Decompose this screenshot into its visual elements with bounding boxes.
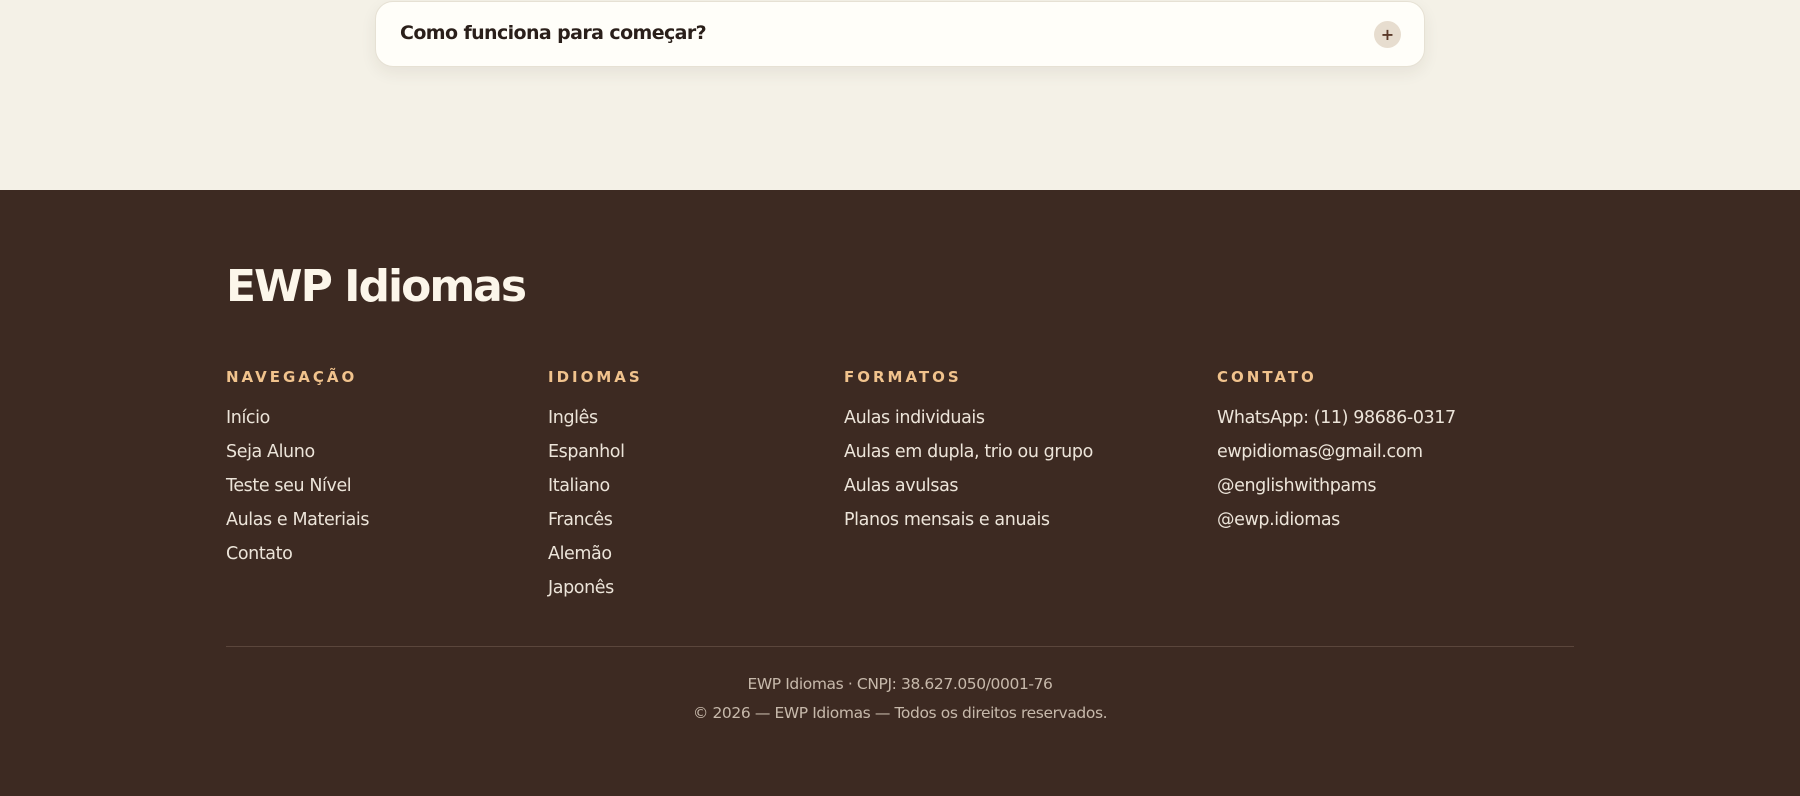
footer-link-instagram-englishwithpams[interactable]: @englishwithpams [1217,471,1377,501]
faq-question: Como funciona para começar? [400,22,707,44]
footer-link-aulas-individuais[interactable]: Aulas individuais [844,403,985,433]
footer-heading-navigation: NAVEGAÇÃO [226,368,358,386]
plus-icon[interactable]: + [1374,21,1401,48]
footer-copyright: © 2026 — EWP Idiomas — Todos os direitos… [692,704,1108,722]
footer-link-inicio[interactable]: Início [226,403,270,433]
site-footer: EWP Idiomas NAVEGAÇÃO Início Seja Aluno … [0,190,1800,796]
footer-list-formats: Aulas individuais Aulas em dupla, trio o… [844,403,1093,539]
footer-link-alemao[interactable]: Alemão [548,539,612,569]
footer-divider [226,646,1574,647]
footer-link-seja-aluno[interactable]: Seja Aluno [226,437,315,467]
footer-column-navigation: NAVEGAÇÃO Início Seja Aluno Teste seu Ní… [226,367,369,573]
footer-link-italiano[interactable]: Italiano [548,471,610,501]
footer-link-espanhol[interactable]: Espanhol [548,437,625,467]
footer-link-instagram-ewp-idiomas[interactable]: @ewp.idiomas [1217,505,1340,535]
footer-link-ingles[interactable]: Inglês [548,403,598,433]
footer-link-aulas-grupo[interactable]: Aulas em dupla, trio ou grupo [844,437,1093,467]
footer-company-info: EWP Idiomas · CNPJ: 38.627.050/0001-76 [747,675,1053,693]
footer-link-contato[interactable]: Contato [226,539,293,569]
footer-list-navigation: Início Seja Aluno Teste seu Nível Aulas … [226,403,369,573]
footer-link-planos[interactable]: Planos mensais e anuais [844,505,1050,535]
footer-heading-formats: FORMATOS [844,368,962,386]
footer-brand: EWP Idiomas [226,261,527,312]
footer-link-japones[interactable]: Japonês [548,573,614,603]
footer-link-aulas-materiais[interactable]: Aulas e Materiais [226,505,369,535]
footer-heading-contact: CONTATO [1217,368,1317,386]
footer-link-aulas-avulsas[interactable]: Aulas avulsas [844,471,959,501]
footer-link-frances[interactable]: Francês [548,505,613,535]
footer-list-languages: Inglês Espanhol Italiano Francês Alemão … [548,403,643,607]
footer-link-teste-nivel[interactable]: Teste seu Nível [226,471,352,501]
footer-link-email[interactable]: ewpidiomas@gmail.com [1217,437,1423,467]
footer-column-contact: CONTATO WhatsApp: (11) 98686-0317 ewpidi… [1217,367,1456,539]
faq-item[interactable]: Como funciona para começar? + [375,1,1425,67]
footer-column-formats: FORMATOS Aulas individuais Aulas em dupl… [844,367,1093,539]
faq-section: Como funciona para começar? + [0,0,1800,190]
footer-column-languages: IDIOMAS Inglês Espanhol Italiano Francês… [548,367,643,607]
footer-link-whatsapp[interactable]: WhatsApp: (11) 98686-0317 [1217,403,1456,433]
footer-heading-languages: IDIOMAS [548,368,643,386]
footer-list-contact: WhatsApp: (11) 98686-0317 ewpidiomas@gma… [1217,403,1456,539]
